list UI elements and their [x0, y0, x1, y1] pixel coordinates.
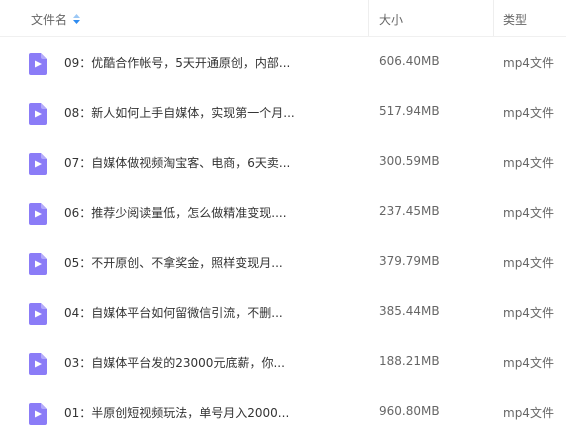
file-size: 606.40MB: [379, 54, 440, 68]
file-name[interactable]: 04：自媒体平台如何留微信引流，不删...: [64, 304, 283, 321]
file-name[interactable]: 06：推荐少阅读量低，怎么做精准变现....: [64, 204, 287, 221]
file-type: mp4文件: [503, 56, 554, 70]
column-divider[interactable]: [493, 0, 494, 36]
video-file-icon: [29, 153, 47, 175]
video-file-icon: [29, 253, 47, 275]
file-name[interactable]: 05：不开原创、不拿奖金，照样变现月...: [64, 254, 283, 271]
file-size: 188.21MB: [379, 354, 440, 368]
sort-arrows-icon[interactable]: [73, 13, 81, 26]
video-file-icon: [29, 353, 47, 375]
column-header-filename-label: 文件名: [31, 13, 68, 27]
file-size: 300.59MB: [379, 154, 440, 168]
file-row[interactable]: 06：推荐少阅读量低，怎么做精准变现.... 237.45MB mp4文件: [0, 187, 566, 237]
file-size: 517.94MB: [379, 104, 440, 118]
file-size: 385.44MB: [379, 304, 440, 318]
column-header-size[interactable]: 大小: [379, 11, 403, 28]
file-row[interactable]: 03：自媒体平台发的23000元底薪，你... 188.21MB mp4文件: [0, 337, 566, 387]
file-row[interactable]: 01：半原创短视频玩法，单号月入2000... 960.80MB mp4文件: [0, 387, 566, 437]
file-size: 379.79MB: [379, 254, 440, 268]
file-name[interactable]: 07：自媒体做视频淘宝客、电商，6天卖...: [64, 154, 290, 171]
file-size: 237.45MB: [379, 204, 440, 218]
file-list: 09：优酷合作帐号，5天开通原创，内部... 606.40MB mp4文件 08…: [0, 37, 566, 437]
column-divider[interactable]: [368, 0, 369, 36]
column-header-type[interactable]: 类型: [503, 11, 527, 28]
video-file-icon: [29, 203, 47, 225]
file-name[interactable]: 03：自媒体平台发的23000元底薪，你...: [64, 354, 285, 371]
video-file-icon: [29, 403, 47, 425]
file-type: mp4文件: [503, 156, 554, 170]
file-type: mp4文件: [503, 106, 554, 120]
file-row[interactable]: 08：新人如何上手自媒体，实现第一个月... 517.94MB mp4文件: [0, 87, 566, 137]
column-header: 文件名 大小 类型: [0, 0, 566, 36]
video-file-icon: [29, 53, 47, 75]
video-file-icon: [29, 103, 47, 125]
file-type: mp4文件: [503, 356, 554, 370]
file-name[interactable]: 08：新人如何上手自媒体，实现第一个月...: [64, 104, 295, 121]
file-type: mp4文件: [503, 206, 554, 220]
file-row[interactable]: 07：自媒体做视频淘宝客、电商，6天卖... 300.59MB mp4文件: [0, 137, 566, 187]
file-name[interactable]: 01：半原创短视频玩法，单号月入2000...: [64, 404, 289, 421]
file-name[interactable]: 09：优酷合作帐号，5天开通原创，内部...: [64, 54, 290, 71]
file-row[interactable]: 05：不开原创、不拿奖金，照样变现月... 379.79MB mp4文件: [0, 237, 566, 287]
file-type: mp4文件: [503, 306, 554, 320]
file-row[interactable]: 09：优酷合作帐号，5天开通原创，内部... 606.40MB mp4文件: [0, 37, 566, 87]
video-file-icon: [29, 303, 47, 325]
file-row[interactable]: 04：自媒体平台如何留微信引流，不删... 385.44MB mp4文件: [0, 287, 566, 337]
file-type: mp4文件: [503, 256, 554, 270]
column-header-filename[interactable]: 文件名: [31, 11, 81, 28]
file-type: mp4文件: [503, 406, 554, 420]
file-size: 960.80MB: [379, 404, 440, 418]
